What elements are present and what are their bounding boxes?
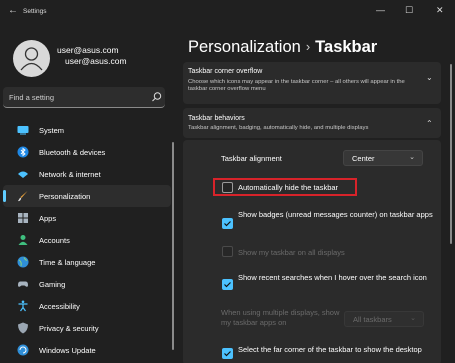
apps-icon xyxy=(18,213,28,223)
sidebar-item-label: Windows Update xyxy=(39,346,96,355)
search-icon[interactable] xyxy=(151,91,163,103)
card-title: Taskbar behaviors xyxy=(188,115,245,122)
recent-searches-label: Show recent searches when I hover over t… xyxy=(238,273,427,282)
alignment-value: Center xyxy=(352,154,375,163)
sidebar-item-windows-update[interactable]: Windows Update xyxy=(3,339,171,361)
wifi-icon xyxy=(18,171,28,178)
minimize-button[interactable]: — xyxy=(376,5,385,15)
globe-icon xyxy=(17,256,29,268)
monitor-icon xyxy=(17,126,29,135)
account-email-2: user@asus.com xyxy=(65,56,127,66)
sidebar-item-network[interactable]: Network & internet xyxy=(3,163,171,185)
badges-checkbox[interactable] xyxy=(222,218,233,229)
sidebar-item-label: Bluetooth & devices xyxy=(39,148,106,157)
back-button[interactable]: ← xyxy=(8,5,18,16)
autohide-checkbox[interactable] xyxy=(222,182,233,193)
breadcrumb-separator: › xyxy=(305,39,311,54)
alignment-label: Taskbar alignment xyxy=(221,154,282,163)
multi-display-label: When using multiple displays, show my ta… xyxy=(221,308,340,327)
badges-label: Show badges (unread messages counter) on… xyxy=(238,210,433,219)
maximize-button[interactable]: ☐ xyxy=(405,5,413,16)
active-indicator xyxy=(3,190,6,202)
avatar[interactable] xyxy=(13,40,50,77)
update-icon xyxy=(17,344,29,356)
person-icon xyxy=(18,235,28,245)
sidebar-item-gaming[interactable]: Gaming xyxy=(3,273,171,295)
card-subtitle: Choose which icons may appear in the tas… xyxy=(188,79,405,92)
sidebar-scrollbar[interactable] xyxy=(172,142,174,350)
chevron-up-icon[interactable]: ⌃ xyxy=(426,119,433,128)
sidebar-item-system[interactable]: System xyxy=(3,119,171,141)
card-subtitle: Taskbar alignment, badging, automaticall… xyxy=(188,125,369,131)
accessibility-icon xyxy=(18,300,28,312)
autohide-label: Automatically hide the taskbar xyxy=(238,183,339,192)
main-scrollbar[interactable] xyxy=(450,64,452,244)
page-title: Personalization › Taskbar xyxy=(188,38,377,57)
taskbar-corner-overflow-card[interactable]: Taskbar corner overflow Choose which ico… xyxy=(183,62,441,104)
sidebar-item-accounts[interactable]: Accounts xyxy=(3,229,171,251)
bluetooth-icon xyxy=(17,146,29,158)
card-title: Taskbar corner overflow xyxy=(188,68,263,75)
person-icon xyxy=(20,47,43,71)
sidebar-item-bluetooth[interactable]: Bluetooth & devices xyxy=(3,141,171,163)
sidebar-item-label: Time & language xyxy=(39,258,96,267)
sidebar-item-time-language[interactable]: Time & language xyxy=(3,251,171,273)
search-placeholder: Find a setting xyxy=(9,93,55,102)
account-email-1: user@asus.com xyxy=(57,45,119,55)
brush-icon xyxy=(18,191,28,202)
chevron-down-icon: ⌄ xyxy=(409,154,415,161)
breadcrumb-parent[interactable]: Personalization xyxy=(188,38,301,56)
multi-display-dropdown: All taskbars ⌄ xyxy=(344,311,424,327)
sidebar-item-privacy[interactable]: Privacy & security xyxy=(3,317,171,339)
title-bar: ← Settings — ☐ ✕ xyxy=(0,0,455,24)
sidebar-item-label: Accessibility xyxy=(39,302,80,311)
sidebar-item-label: System xyxy=(39,126,65,135)
shield-icon xyxy=(18,322,28,334)
sidebar-item-label: Apps xyxy=(39,214,57,223)
far-corner-label: Select the far corner of the taskbar to … xyxy=(238,345,422,354)
sidebar-item-label: Network & internet xyxy=(39,170,101,179)
all-displays-label: Show my taskbar on all displays xyxy=(238,248,345,257)
alignment-dropdown[interactable]: Center ⌄ xyxy=(343,150,423,166)
all-displays-checkbox xyxy=(222,246,233,257)
sidebar-item-label: Privacy & security xyxy=(39,324,99,333)
app-title: Settings xyxy=(23,8,47,15)
sidebar-item-apps[interactable]: Apps xyxy=(3,207,171,229)
checkmark-icon xyxy=(224,351,231,357)
controller-icon xyxy=(18,281,28,287)
chevron-down-icon[interactable]: ⌄ xyxy=(426,73,433,82)
sidebar-item-label: Personalization xyxy=(39,192,91,201)
breadcrumb-current: Taskbar xyxy=(315,38,378,56)
search-input[interactable]: Find a setting xyxy=(3,87,165,108)
sidebar-item-personalization[interactable]: Personalization xyxy=(3,185,171,207)
recent-searches-checkbox[interactable] xyxy=(222,279,233,290)
sidebar-item-accessibility[interactable]: Accessibility xyxy=(3,295,171,317)
sidebar-item-label: Gaming xyxy=(39,280,66,289)
close-button[interactable]: ✕ xyxy=(436,5,444,16)
sidebar-item-label: Accounts xyxy=(39,236,70,245)
far-corner-checkbox[interactable] xyxy=(222,348,233,359)
checkmark-icon xyxy=(224,282,231,288)
multi-display-value: All taskbars xyxy=(353,315,392,324)
checkmark-icon xyxy=(224,221,231,227)
chevron-down-icon: ⌄ xyxy=(410,315,416,322)
taskbar-behaviors-card[interactable]: Taskbar behaviors Taskbar alignment, bad… xyxy=(183,108,441,138)
